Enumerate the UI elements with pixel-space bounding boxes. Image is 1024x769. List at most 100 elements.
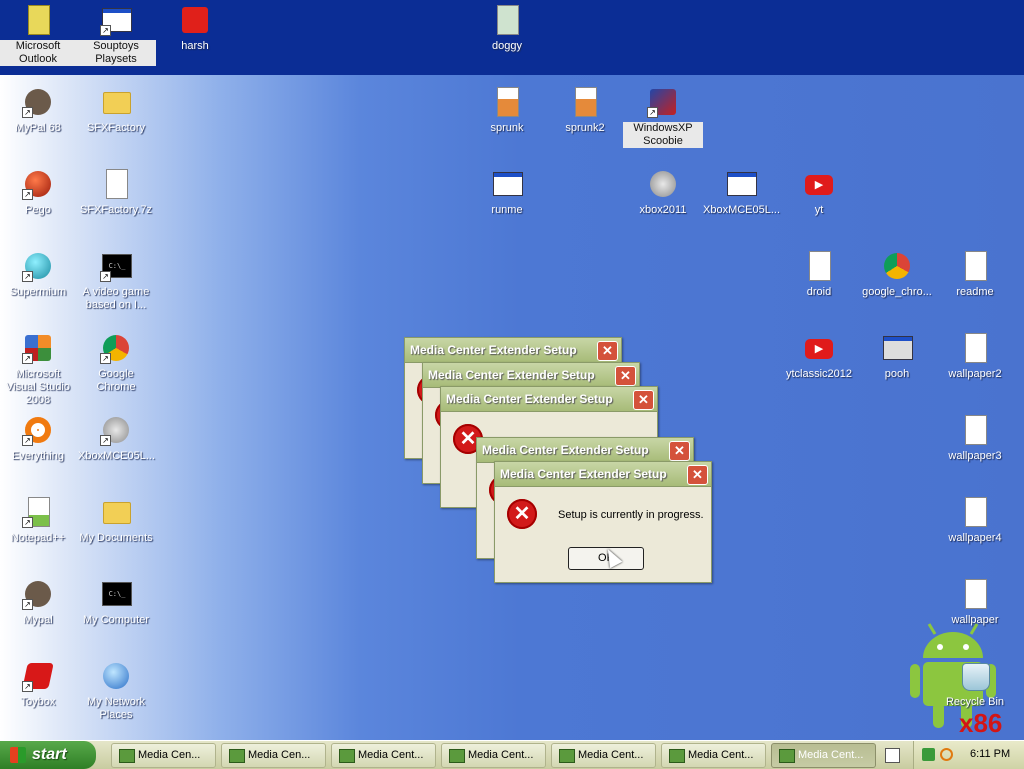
desktop-icon-visual-studio-2008[interactable]: ↗ Microsoft Visual Studio 2008 bbox=[0, 332, 78, 407]
desktop-icon-label: Microsoft Outlook bbox=[0, 40, 78, 66]
system-tray: 6:11 PM bbox=[913, 741, 1024, 769]
desktop-icon-label: Google Chrome bbox=[96, 368, 136, 393]
dialog-titlebar[interactable]: Media Center Extender Setup ✕ bbox=[495, 462, 711, 487]
dialog-title: Media Center Extender Setup bbox=[446, 392, 613, 406]
desktop-icon-souptoys-playsets[interactable]: ↗ Souptoys Playsets bbox=[76, 4, 156, 66]
taskbar-button[interactable]: Media Cent... bbox=[441, 743, 546, 768]
desktop-icon-ytclassic2012[interactable]: ▶ ytclassic2012 bbox=[779, 332, 859, 381]
desktop-icon-doggy[interactable]: doggy bbox=[467, 4, 547, 53]
desktop-icon-label: sprunk bbox=[490, 122, 524, 134]
desktop-icon-mypal-68[interactable]: ↗ MyPal 68 bbox=[0, 86, 78, 135]
text-file-icon bbox=[959, 250, 991, 282]
desktop-icon-label: runme bbox=[491, 204, 523, 216]
taskbar-button[interactable]: Media Cent... bbox=[661, 743, 766, 768]
desktop-icon-label: readme bbox=[956, 286, 994, 298]
taskbar-button[interactable]: Media Cent... bbox=[551, 743, 656, 768]
desktop-icon-wallpaper2[interactable]: wallpaper2 bbox=[935, 332, 1015, 381]
desktop-icon-my-computer[interactable]: C:\_ My Computer bbox=[76, 578, 156, 627]
floppy-icon bbox=[881, 332, 913, 364]
desktop-icon-mypal[interactable]: ↗ Mypal bbox=[0, 578, 78, 627]
desktop-icon-sfxfactory[interactable]: SFXFactory bbox=[76, 86, 156, 135]
dialog-titlebar[interactable]: Media Center Extender Setup ✕ bbox=[441, 387, 657, 412]
desktop-icon-pooh[interactable]: pooh bbox=[857, 332, 937, 381]
close-icon[interactable]: ✕ bbox=[597, 341, 618, 361]
desktop-icon-label: A video game based on I... bbox=[82, 286, 150, 311]
desktop-icon-label: Pego bbox=[25, 204, 51, 216]
desktop-icon-video-game[interactable]: C:\_ ↗ A video game based on I... bbox=[76, 250, 156, 312]
keyboard-icon[interactable] bbox=[885, 748, 900, 763]
setup-app-icon bbox=[119, 749, 135, 763]
7z-file-icon bbox=[100, 168, 132, 200]
desktop-icon-recycle-bin[interactable]: Recycle Bin bbox=[935, 660, 1015, 709]
tray-app-icon[interactable] bbox=[922, 748, 935, 761]
setup-app-icon bbox=[559, 749, 575, 763]
desktop-icon-label: google_chro... bbox=[862, 286, 932, 298]
desktop-icon-label: yt bbox=[814, 204, 824, 216]
dialog-title: Media Center Extender Setup bbox=[410, 343, 577, 357]
taskbar-button[interactable]: Media Cen... bbox=[111, 743, 216, 768]
play-set-icon bbox=[179, 4, 211, 36]
my-documents-icon bbox=[100, 496, 132, 528]
dialog-titlebar[interactable]: Media Center Extender Setup ✕ bbox=[405, 338, 621, 363]
dialog-titlebar[interactable]: Media Center Extender Setup ✕ bbox=[423, 363, 639, 388]
desktop-icon-sprunk[interactable]: sprunk bbox=[467, 86, 547, 135]
desktop-icon-xbox2011[interactable]: xbox2011 bbox=[623, 168, 703, 217]
cmd-icon: C:\_ bbox=[100, 578, 132, 610]
desktop-icon-google-chrome-installer[interactable]: google_chro... bbox=[857, 250, 937, 299]
desktop-icon-harsh[interactable]: harsh bbox=[155, 4, 235, 53]
desktop-icon-supermium[interactable]: ↗ Supermium bbox=[0, 250, 78, 299]
desktop-icon-pego[interactable]: ↗ Pego bbox=[0, 168, 78, 217]
desktop-icon-my-network-places[interactable]: My Network Places bbox=[76, 660, 156, 722]
desktop-icon-wallpaper4[interactable]: wallpaper4 bbox=[935, 496, 1015, 545]
desktop-icon-label: droid bbox=[806, 286, 832, 298]
desktop-icon-label: sprunk2 bbox=[565, 122, 605, 134]
desktop-icon-readme[interactable]: readme bbox=[935, 250, 1015, 299]
desktop-icon-windowsxp-scoobie[interactable]: ↗ WindowsXP Scoobie bbox=[623, 86, 703, 148]
desktop-icon-everything[interactable]: ↗ Everything bbox=[0, 414, 78, 463]
close-icon[interactable]: ✕ bbox=[687, 465, 708, 485]
setup-app-icon bbox=[669, 749, 685, 763]
desktop-icon-droid[interactable]: droid bbox=[779, 250, 859, 299]
desktop-icon-xboxmce05l[interactable]: XboxMCE05L... bbox=[701, 168, 781, 217]
desktop-icon-sfxfactory-7z[interactable]: SFXFactory.7z bbox=[76, 168, 156, 217]
start-button[interactable]: start bbox=[0, 741, 96, 769]
taskbar-button[interactable]: Media Cent... bbox=[331, 743, 436, 768]
desktop-icon-my-documents[interactable]: My Documents bbox=[76, 496, 156, 545]
desktop-icon-google-chrome[interactable]: ↗ Google Chrome bbox=[76, 332, 156, 394]
taskbar-button-label: Media Cen... bbox=[248, 749, 311, 761]
dialog-titlebar[interactable]: Media Center Extender Setup ✕ bbox=[477, 438, 693, 463]
notepad-plus-icon: ↗ bbox=[22, 496, 54, 528]
clock[interactable]: 6:11 PM bbox=[970, 748, 1010, 760]
desktop-icon-notepad-plus-plus[interactable]: ↗ Notepad++ bbox=[0, 496, 78, 545]
desktop-icon-label: My Documents bbox=[79, 532, 153, 544]
chrome-installer-icon bbox=[881, 250, 913, 282]
everything-icon: ↗ bbox=[22, 414, 54, 446]
desktop-icon-toybox[interactable]: ↗ Toybox bbox=[0, 660, 78, 709]
desktop-icon-xboxmce05l-2[interactable]: ↗ XboxMCE05L... bbox=[76, 414, 156, 463]
error-icon: ✕ bbox=[507, 499, 537, 529]
image-file-icon bbox=[959, 414, 991, 446]
desktop-icon-label: Everything bbox=[12, 450, 64, 462]
image-file-icon bbox=[803, 250, 835, 282]
close-icon[interactable]: ✕ bbox=[669, 441, 690, 461]
taskbar-button-active[interactable]: Media Cent... bbox=[771, 743, 876, 768]
archive-file-icon bbox=[491, 86, 523, 118]
desktop-icon-microsoft-outlook[interactable]: Microsoft Outlook bbox=[0, 4, 78, 66]
taskbar: start Media Cen... Media Cen... Media Ce… bbox=[0, 740, 1024, 769]
taskbar-button-label: Media Cen... bbox=[138, 749, 201, 761]
desktop-icon-wallpaper3[interactable]: wallpaper3 bbox=[935, 414, 1015, 463]
close-icon[interactable]: ✕ bbox=[615, 366, 636, 386]
setup-dialog-front: Media Center Extender Setup ✕ ✕ Setup is … bbox=[494, 461, 712, 583]
image-file-icon bbox=[959, 578, 991, 610]
search-icon[interactable] bbox=[940, 748, 953, 761]
desktop-icon-sprunk2[interactable]: sprunk2 bbox=[545, 86, 625, 135]
raccoon-icon: ↗ bbox=[22, 578, 54, 610]
setup-app-icon bbox=[449, 749, 465, 763]
desktop-icon-label: Recycle Bin bbox=[945, 696, 1005, 708]
taskbar-button[interactable]: Media Cen... bbox=[221, 743, 326, 768]
desktop-icon-label: My Network Places bbox=[86, 696, 146, 721]
close-icon[interactable]: ✕ bbox=[633, 390, 654, 410]
desktop-icon-runme[interactable]: runme bbox=[467, 168, 547, 217]
folder-icon bbox=[100, 86, 132, 118]
desktop-icon-yt[interactable]: ▶ yt bbox=[779, 168, 859, 217]
